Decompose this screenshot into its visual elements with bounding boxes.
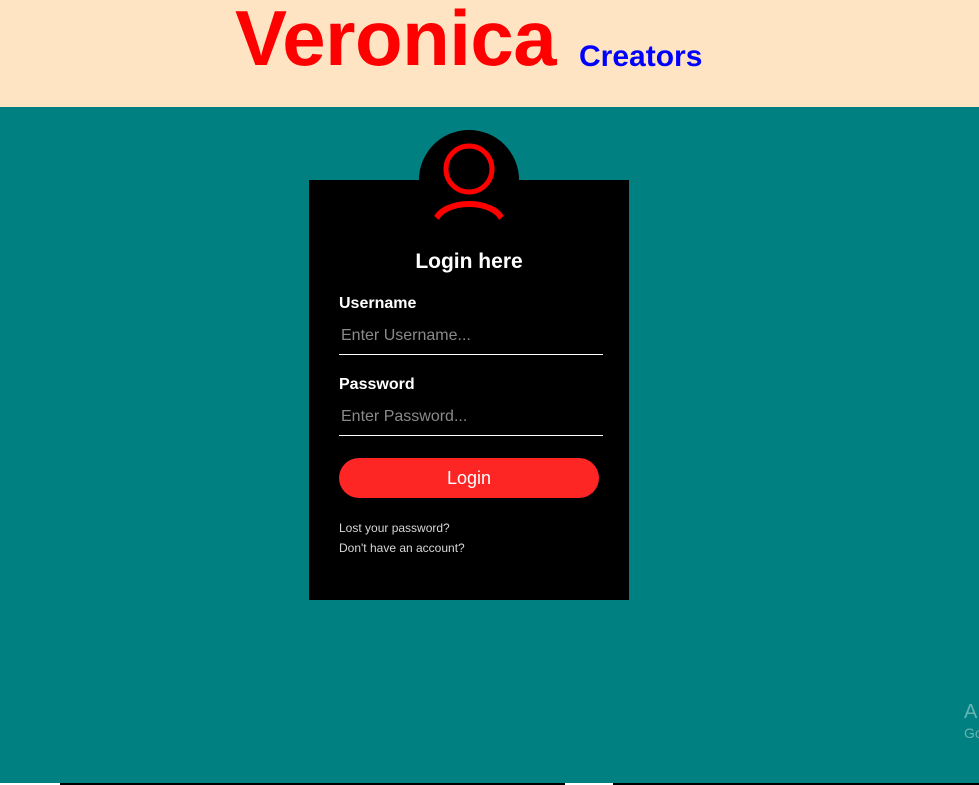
- watermark-line1: A: [964, 701, 978, 723]
- login-card: Login here Username Password Login Lost …: [309, 180, 629, 600]
- lost-password-link[interactable]: Lost your password?: [339, 521, 450, 535]
- username-label: Username: [339, 295, 417, 312]
- login-button[interactable]: Login: [339, 458, 599, 498]
- password-label: Password: [339, 376, 415, 393]
- avatar: [419, 130, 519, 230]
- username-input[interactable]: [339, 317, 603, 355]
- site-header: Veronica Creators: [0, 0, 979, 107]
- login-title: Login here: [415, 250, 523, 273]
- password-input[interactable]: [339, 398, 603, 436]
- brand-tagline: Creators: [579, 40, 703, 73]
- create-account-link[interactable]: Don't have an account?: [339, 541, 465, 555]
- watermark-line2: Go: [964, 725, 979, 741]
- brand-name: Veronica: [235, 0, 557, 82]
- activation-watermark: A Go: [964, 700, 979, 742]
- user-icon: [419, 130, 519, 230]
